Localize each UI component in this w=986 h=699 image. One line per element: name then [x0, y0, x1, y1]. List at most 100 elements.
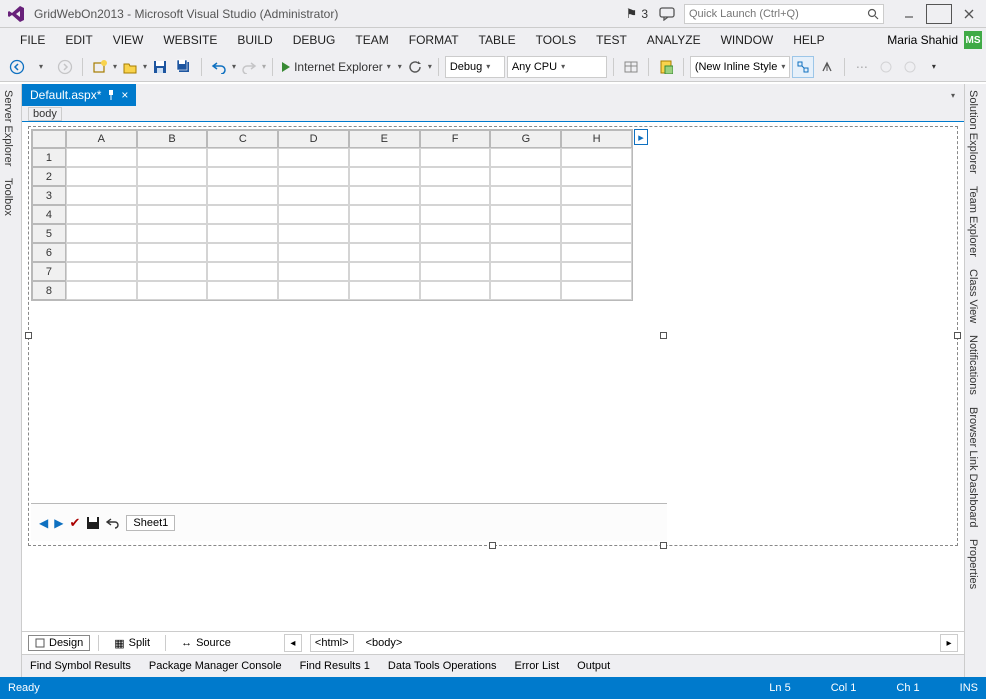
grid-cell[interactable]: [561, 281, 632, 300]
toolbox-tab[interactable]: Toolbox: [0, 172, 16, 222]
grid-cell[interactable]: [66, 281, 137, 300]
menu-table[interactable]: TABLE: [469, 28, 526, 52]
resize-handle[interactable]: [25, 332, 32, 339]
grid-cell[interactable]: [66, 262, 137, 281]
sheet-next-icon[interactable]: ▶: [54, 516, 63, 530]
grid-cell[interactable]: [420, 224, 491, 243]
server-explorer-tab[interactable]: Server Explorer: [0, 84, 16, 172]
grid-cell[interactable]: [278, 167, 349, 186]
col-header[interactable]: C: [207, 130, 278, 148]
user-name[interactable]: Maria Shahid: [887, 33, 958, 47]
grid-cell[interactable]: [137, 167, 208, 186]
menu-build[interactable]: BUILD: [227, 28, 282, 52]
grid-cell[interactable]: [207, 243, 278, 262]
find-results-1-tab[interactable]: Find Results 1: [300, 660, 370, 672]
grid-cell[interactable]: [278, 224, 349, 243]
tab-overflow[interactable]: ▾: [942, 84, 964, 106]
browser-refresh-button[interactable]: [404, 56, 426, 78]
start-debug-button[interactable]: Internet Explorer ▾: [279, 56, 394, 78]
selected-control[interactable]: A B C D E F G H 12345678 ▸ ◀ ▶ ✔ Sheet1: [28, 126, 958, 546]
menu-format[interactable]: FORMAT: [399, 28, 469, 52]
notifications-tab[interactable]: Notifications: [965, 329, 981, 401]
grid-cell[interactable]: [66, 167, 137, 186]
col-header[interactable]: G: [490, 130, 561, 148]
path-nav-prev[interactable]: ◂: [284, 634, 302, 652]
row-header[interactable]: 7: [32, 262, 66, 281]
save-all-button[interactable]: [173, 56, 195, 78]
grid-cell[interactable]: [278, 262, 349, 281]
properties-tab[interactable]: Properties: [965, 533, 981, 595]
save-button[interactable]: [149, 56, 171, 78]
grid-cell[interactable]: [490, 167, 561, 186]
new-project-button[interactable]: [89, 56, 111, 78]
quick-launch-input[interactable]: [685, 8, 863, 20]
grid-undo-icon[interactable]: [106, 517, 120, 529]
grid-cell[interactable]: [490, 262, 561, 281]
grid-cell[interactable]: [349, 262, 420, 281]
grid-cell[interactable]: [420, 186, 491, 205]
grid-cell[interactable]: [490, 224, 561, 243]
new-table-icon[interactable]: [620, 56, 642, 78]
document-tab[interactable]: Default.aspx* ×: [22, 84, 136, 106]
grid-cell[interactable]: [349, 281, 420, 300]
feedback-icon[interactable]: [656, 3, 678, 25]
grid-cell[interactable]: [349, 148, 420, 167]
row-header[interactable]: 3: [32, 186, 66, 205]
row-header[interactable]: 6: [32, 243, 66, 262]
grid-cell[interactable]: [137, 205, 208, 224]
grid-cell[interactable]: [561, 186, 632, 205]
grid-cell[interactable]: [490, 186, 561, 205]
grid-cell[interactable]: [278, 205, 349, 224]
menu-team[interactable]: TEAM: [345, 28, 398, 52]
grid-cell[interactable]: [349, 243, 420, 262]
menu-window[interactable]: WINDOW: [711, 28, 784, 52]
row-header[interactable]: 2: [32, 167, 66, 186]
grid-cell[interactable]: [490, 148, 561, 167]
browser-link-tab[interactable]: Browser Link Dashboard: [965, 401, 981, 533]
nav-body-tag[interactable]: body: [28, 107, 62, 121]
grid-cell[interactable]: [490, 205, 561, 224]
design-view-button[interactable]: Design: [28, 635, 90, 651]
grid-cell[interactable]: [561, 262, 632, 281]
grid-cell[interactable]: [420, 167, 491, 186]
notifications-indicator[interactable]: ⚑ 3: [626, 6, 648, 22]
menu-file[interactable]: FILE: [10, 28, 55, 52]
pin-icon[interactable]: [107, 90, 115, 100]
grid-cell[interactable]: [561, 148, 632, 167]
grid-cell[interactable]: [561, 167, 632, 186]
grid-cell[interactable]: [349, 167, 420, 186]
error-list-tab[interactable]: Error List: [515, 660, 560, 672]
menu-analyze[interactable]: ANALYZE: [637, 28, 711, 52]
grid-cell[interactable]: [278, 243, 349, 262]
smart-tag-icon[interactable]: ▸: [634, 129, 648, 145]
menu-help[interactable]: HELP: [783, 28, 834, 52]
grid-corner[interactable]: [32, 130, 66, 148]
sheet-tab[interactable]: Sheet1: [126, 515, 175, 531]
grid-cell[interactable]: [137, 281, 208, 300]
row-header[interactable]: 4: [32, 205, 66, 224]
grid-cell[interactable]: [207, 224, 278, 243]
grid-cell[interactable]: [561, 243, 632, 262]
grid-cell[interactable]: [349, 186, 420, 205]
row-header[interactable]: 8: [32, 281, 66, 300]
package-manager-console-tab[interactable]: Package Manager Console: [149, 660, 282, 672]
grid-cell[interactable]: [349, 205, 420, 224]
path-html[interactable]: <html>: [310, 634, 354, 652]
grid-cell[interactable]: [66, 205, 137, 224]
grid-cell[interactable]: [561, 205, 632, 224]
grid-cell[interactable]: [137, 243, 208, 262]
grid-cell[interactable]: [207, 167, 278, 186]
nav-back-dd[interactable]: ▾: [30, 56, 52, 78]
minimize-button[interactable]: [896, 4, 922, 24]
grid-cell[interactable]: [207, 262, 278, 281]
menu-website[interactable]: WEBSITE: [153, 28, 227, 52]
grid-cell[interactable]: [66, 243, 137, 262]
gridweb-control[interactable]: A B C D E F G H 12345678: [31, 129, 633, 301]
quick-launch[interactable]: [684, 4, 884, 24]
row-header[interactable]: 5: [32, 224, 66, 243]
grid-cell[interactable]: [490, 243, 561, 262]
solution-explorer-tab[interactable]: Solution Explorer: [965, 84, 981, 180]
grid-cell[interactable]: [137, 262, 208, 281]
maximize-button[interactable]: [926, 4, 952, 24]
find-symbol-results-tab[interactable]: Find Symbol Results: [30, 660, 131, 672]
